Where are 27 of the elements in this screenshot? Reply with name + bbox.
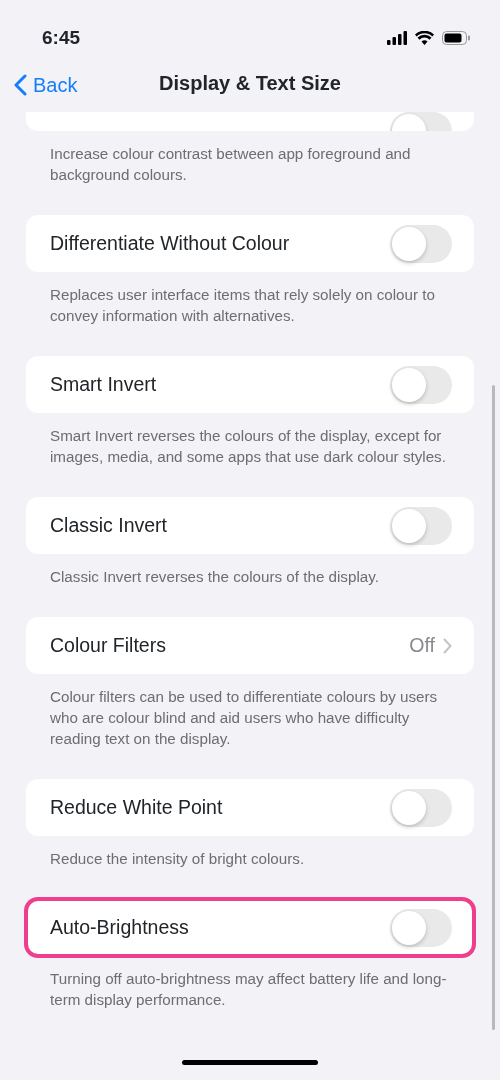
row-label: Reduce White Point xyxy=(50,794,224,820)
toggle-switch[interactable] xyxy=(390,224,452,263)
battery-icon xyxy=(442,31,470,45)
caption-text: Classic Invert reverses the colours of the display. xyxy=(49,567,380,587)
wifi-icon xyxy=(415,31,434,45)
caption-text: Smart Invert reverses the colours of the display, except for images, media, and some apps that use dark colour styles. xyxy=(49,426,447,467)
row-label: Colour Filters xyxy=(50,632,167,658)
signal-icon xyxy=(387,31,407,45)
toggle-switch[interactable] xyxy=(390,788,452,827)
caption-text: Reduce the intensity of bright colours. xyxy=(49,849,306,869)
row-label: Classic Invert xyxy=(50,512,169,538)
caption-text: Increase colour contrast between app foreground and background colours. xyxy=(49,144,412,185)
caption-text: Turning off auto-brightness may affect battery life and long-term display performance. xyxy=(49,969,448,1010)
status-time: 6:45 xyxy=(42,25,81,50)
back-chevron-icon xyxy=(14,74,27,96)
row-label: Auto-Brightness xyxy=(50,914,190,940)
row-label: Differentiate Without Colour xyxy=(50,230,291,256)
settings-row[interactable]: Colour Filters Off xyxy=(26,617,474,674)
toggle-switch[interactable] xyxy=(390,365,452,404)
toggle-switch[interactable] xyxy=(390,908,452,947)
row-label: Smart Invert xyxy=(50,371,158,397)
chevron-icon xyxy=(443,637,452,654)
caption-text: Replaces user interface items that rely solely on colour to convey information with alternatives. xyxy=(49,285,436,326)
page-title: Display & Text Size xyxy=(159,71,341,95)
toggle-switch[interactable] xyxy=(390,506,452,545)
row-value: Off xyxy=(409,632,435,658)
caption-text: Colour filters can be used to differentiate colours by users who are colour blind and aid users who have difficulty reading text on the display. xyxy=(49,687,439,749)
